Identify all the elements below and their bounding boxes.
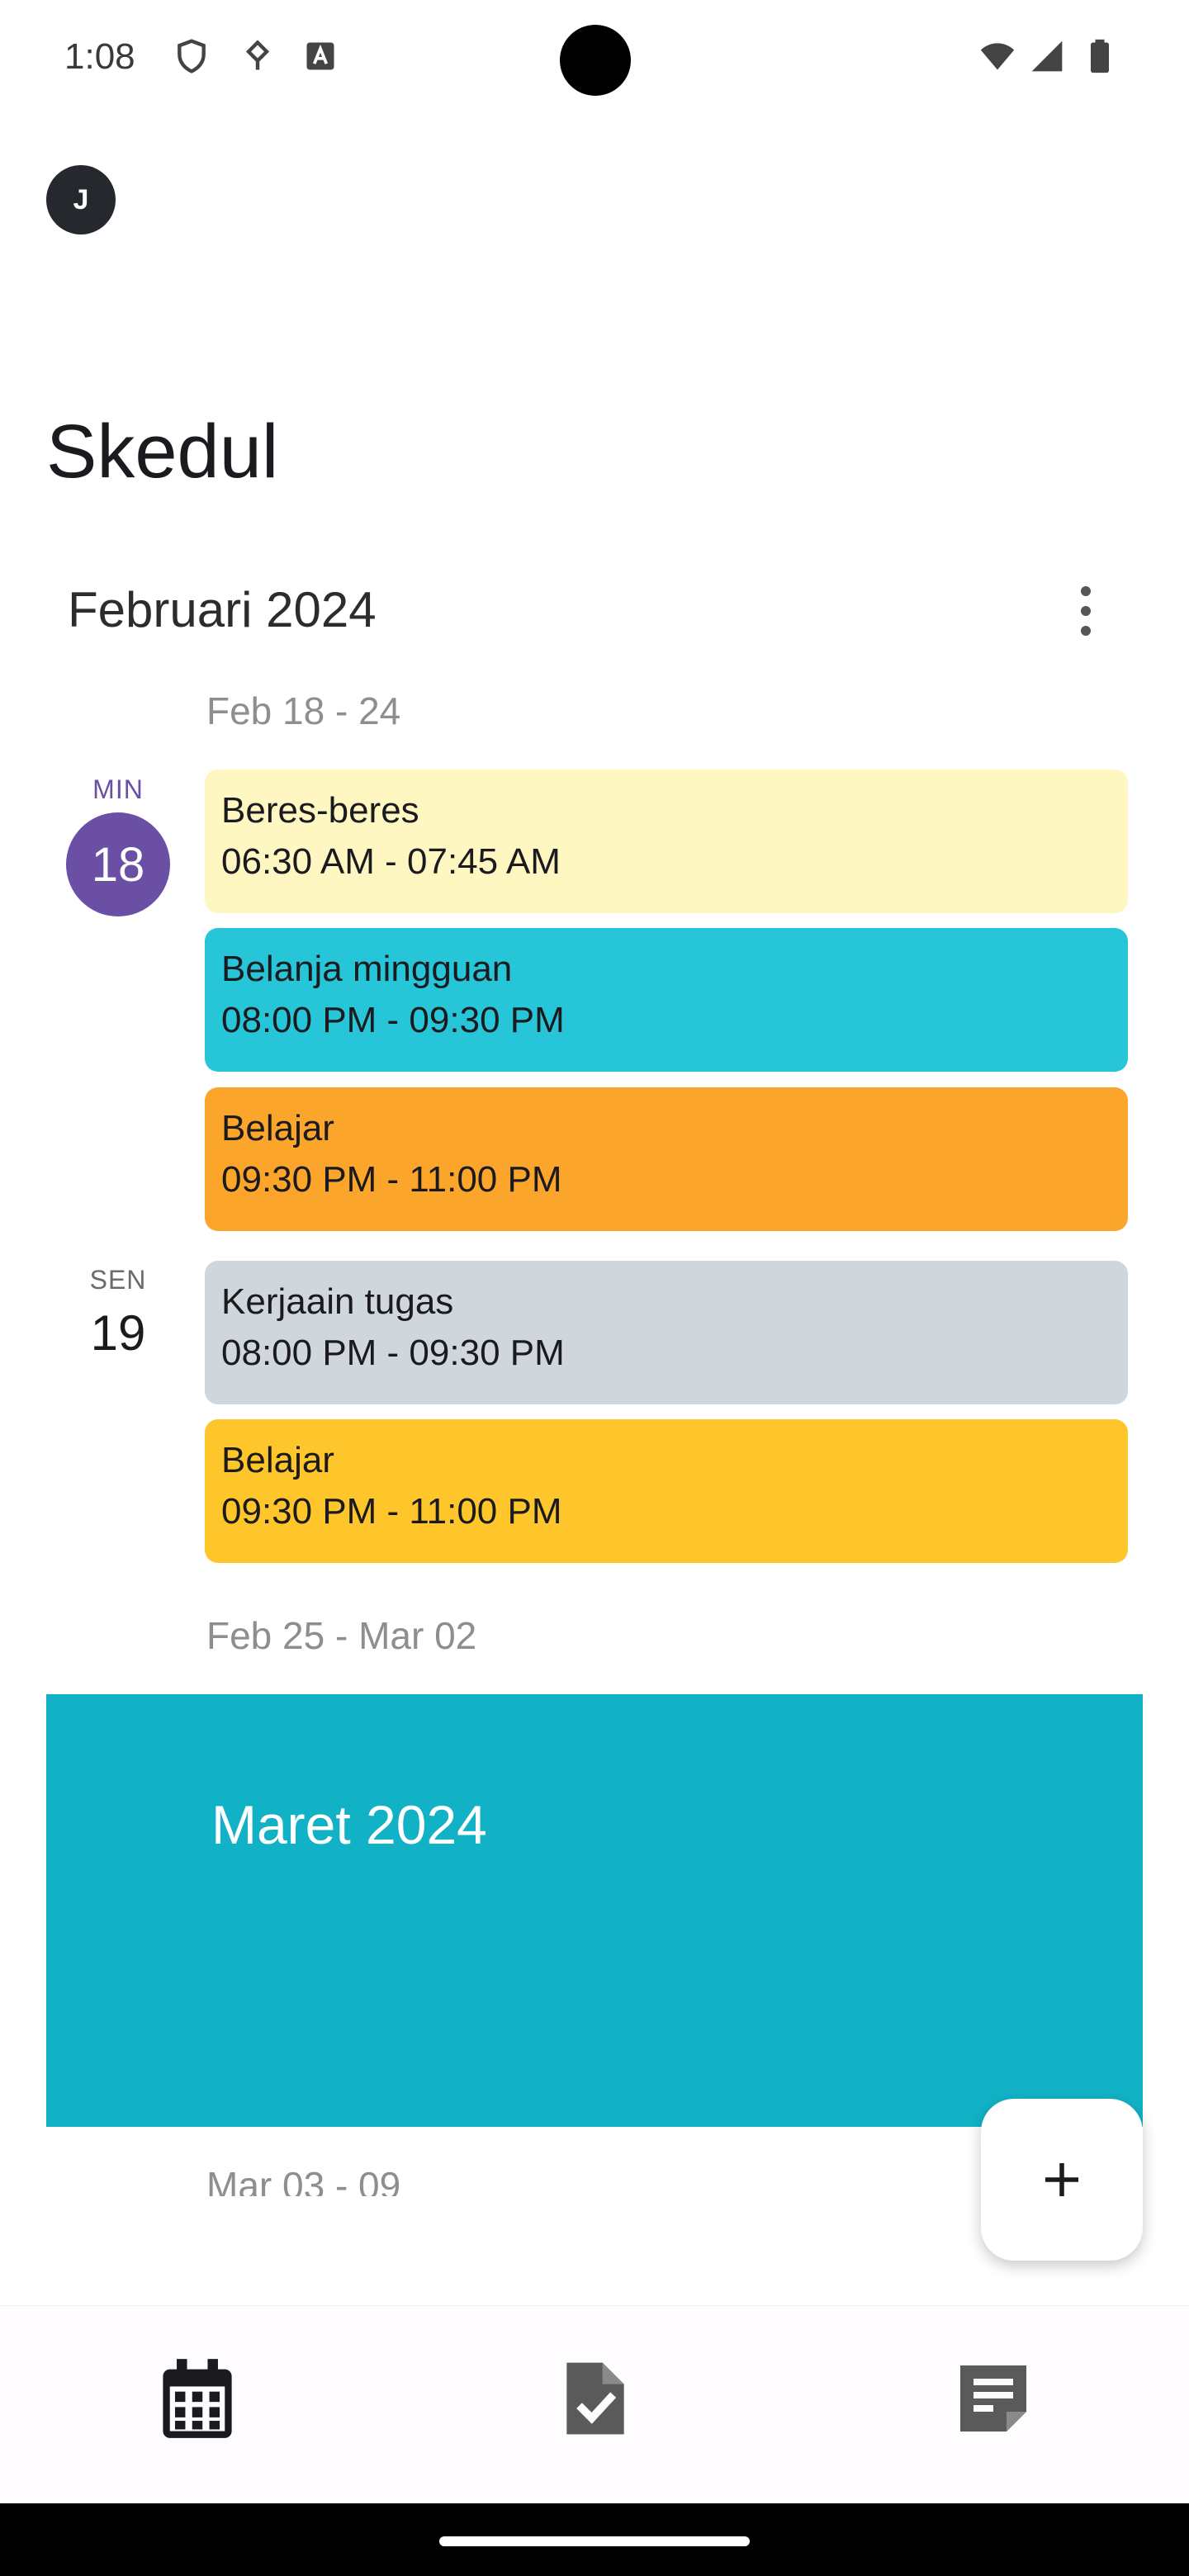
- page-title: Skedul: [46, 410, 279, 494]
- event-title: Beres-beres: [221, 790, 419, 831]
- wifi-icon: [980, 43, 1015, 70]
- today-date-circle[interactable]: 18: [66, 812, 170, 916]
- event-card[interactable]: Kerjaain tugas 08:00 PM - 09:30 PM: [205, 1261, 1128, 1404]
- event-title: Belajar: [221, 1440, 334, 1480]
- week-label: Feb 18 - 24: [206, 689, 401, 732]
- day-number[interactable]: 19: [64, 1305, 172, 1361]
- event-title: Kerjaain tugas: [221, 1281, 454, 1322]
- event-card[interactable]: Belanja mingguan 08:00 PM - 09:30 PM: [205, 928, 1128, 1072]
- week-label: Mar 03 - 09: [206, 2164, 401, 2196]
- event-title: Belanja mingguan: [221, 949, 513, 989]
- shield-icon: [178, 39, 206, 73]
- month-banner: Maret 2024: [46, 1694, 1143, 2127]
- front-camera: [560, 25, 631, 96]
- add-event-button[interactable]: [981, 2099, 1143, 2261]
- more-options-button[interactable]: [1065, 578, 1106, 644]
- plus-icon: [1045, 2163, 1078, 2196]
- task-doc-icon: [566, 2362, 624, 2435]
- day-name: SEN: [89, 1265, 147, 1295]
- battery-icon: [1091, 39, 1109, 73]
- event-title: Belajar: [221, 1108, 334, 1148]
- a-text-icon: [306, 42, 334, 70]
- nav-tasks-tab[interactable]: [550, 2353, 641, 2444]
- event-card[interactable]: Belajar 09:30 PM - 11:00 PM: [205, 1087, 1128, 1231]
- notes-icon: [960, 2365, 1026, 2432]
- event-time: 08:00 PM - 09:30 PM: [221, 1333, 565, 1373]
- more-vert-icon: [1081, 586, 1091, 596]
- event-time: 08:00 PM - 09:30 PM: [221, 1000, 565, 1040]
- usb-debug-icon: [245, 40, 270, 70]
- event-time: 09:30 PM - 11:00 PM: [221, 1159, 562, 1200]
- nav-schedule-tab[interactable]: [152, 2353, 243, 2444]
- event-card[interactable]: Beres-beres 06:30 AM - 07:45 AM: [205, 769, 1128, 913]
- event-card[interactable]: Belajar 09:30 PM - 11:00 PM: [205, 1419, 1128, 1563]
- month-header: Februari 2024: [68, 582, 377, 637]
- calendar-icon: [163, 2359, 232, 2438]
- home-gesture-handle[interactable]: [439, 2536, 750, 2546]
- cellular-icon: [1031, 40, 1063, 72]
- event-time: 06:30 AM - 07:45 AM: [221, 841, 561, 882]
- nav-notes-tab[interactable]: [948, 2353, 1039, 2444]
- event-time: 09:30 PM - 11:00 PM: [221, 1491, 562, 1532]
- week-label: Feb 25 - Mar 02: [206, 1614, 477, 1657]
- avatar[interactable]: J: [46, 165, 116, 234]
- day-name: MIN: [92, 774, 144, 804]
- status-time: 1:08: [64, 36, 135, 77]
- month-banner-title: Maret 2024: [211, 1794, 487, 1855]
